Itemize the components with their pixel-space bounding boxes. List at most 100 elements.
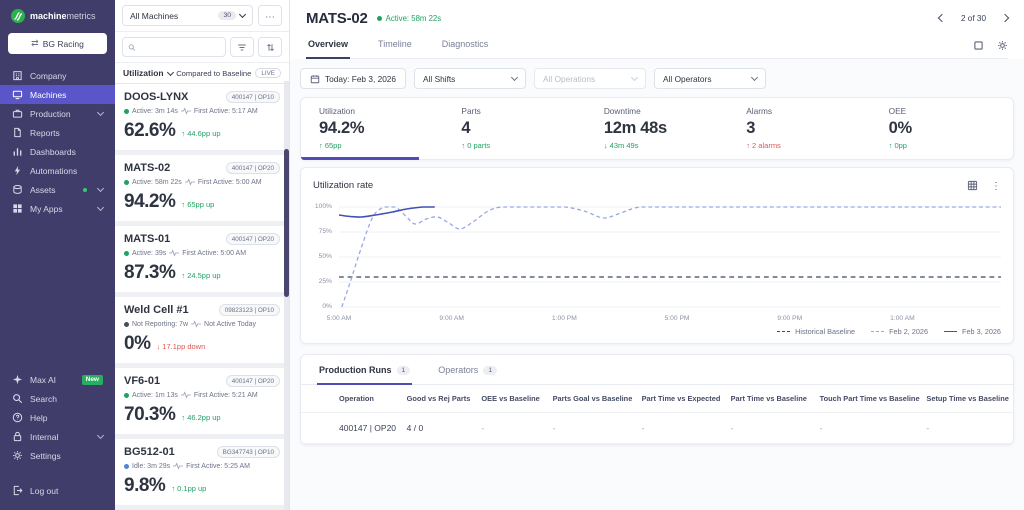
operation-badge: BG347743 | OP10	[217, 446, 280, 458]
sidebar-item-assets[interactable]: Assets	[0, 180, 115, 199]
ellipsis-icon	[265, 8, 275, 23]
machine-card-vf6-01[interactable]: VF6-01400147 | OP20 Active: 1m 13sFirst …	[115, 368, 289, 434]
sidebar-item-production[interactable]: Production	[0, 104, 115, 123]
live-badge: LIVE	[255, 68, 281, 78]
my-apps-icon	[12, 203, 23, 214]
compare-baseline-label: Compared to BaselineLIVE	[176, 68, 281, 78]
operation-badge: 400147 | OP20	[226, 375, 280, 387]
col-part-time-expected: Part Time vs Expected	[636, 385, 725, 413]
chart-plot-area: 5:00 AM9:00 AM1:00 PM5:00 PM9:00 PM1:00 …	[339, 203, 1001, 324]
next-machine-button[interactable]	[1001, 13, 1009, 21]
machine-card-doos-lynx[interactable]: DOOS-LYNX400147 | OP10 Active: 3m 14sFir…	[115, 84, 289, 150]
chevron-down-icon	[631, 74, 638, 81]
page-title: MATS-02	[306, 10, 368, 27]
table-row[interactable]: 400147 | OP20 4 / 0 - - - - - -	[301, 413, 1013, 444]
col-setup-time: Setup Time vs Baseline	[920, 385, 1013, 413]
machine-count-badge: 30	[218, 11, 236, 20]
sidebar: machinemetrics BG Racing Company Machine…	[0, 0, 115, 510]
org-switcher-button[interactable]: BG Racing	[8, 33, 107, 54]
sidebar-footer: Max AI New Search Help Internal Settings…	[0, 370, 115, 510]
help-icon	[12, 412, 23, 423]
machine-list-more-button[interactable]	[258, 5, 282, 26]
filter-button[interactable]	[230, 37, 254, 57]
legend-feb-2: Feb 2, 2026	[871, 327, 928, 336]
shifts-dropdown[interactable]: All Shifts	[414, 68, 526, 89]
machine-group-selector[interactable]: All Machines 30	[122, 5, 253, 26]
lock-icon	[12, 431, 23, 442]
prev-machine-button[interactable]	[938, 13, 946, 21]
assets-icon	[12, 184, 23, 195]
machine-pager: 2 of 30	[939, 14, 1008, 23]
operation-badge: 400147 | OP20	[226, 162, 280, 174]
operators-dropdown[interactable]: All Operators	[654, 68, 766, 89]
expand-view-button[interactable]	[974, 41, 983, 50]
machine-list: DOOS-LYNX400147 | OP10 Active: 3m 14sFir…	[115, 84, 289, 510]
brand-logo: machinemetrics	[0, 0, 115, 31]
chevron-down-icon	[97, 204, 104, 211]
sidebar-item-company[interactable]: Company	[0, 66, 115, 85]
machine-card-mats-01[interactable]: MATS-01400147 | OP20 Active: 39sFirst Ac…	[115, 226, 289, 292]
tab-diagnostics[interactable]: Diagnostics	[440, 37, 491, 59]
date-picker-button[interactable]: Today: Feb 3, 2026	[300, 68, 406, 89]
production-runs-card: Production Runs1 Operators1 Operation Go…	[300, 354, 1014, 445]
new-badge: New	[82, 375, 103, 385]
chart-title: Utilization rate	[313, 180, 373, 191]
main-content: MATS-02 Active: 58m 22s 2 of 30 Overview…	[290, 0, 1024, 510]
status-dot	[124, 322, 129, 327]
settings-button[interactable]	[997, 40, 1008, 51]
tab-operators[interactable]: Operators1	[436, 355, 499, 385]
pulse-icon	[173, 462, 183, 470]
chevron-down-icon	[167, 68, 174, 75]
sidebar-item-logout[interactable]: Log out	[0, 481, 115, 500]
table-icon	[967, 180, 978, 191]
sidebar-item-help[interactable]: Help	[0, 408, 115, 427]
kpi-alarms[interactable]: Alarms 3 ↑ 2 alarms	[728, 98, 870, 159]
solid-line-swatch	[944, 331, 957, 332]
col-part-time-baseline: Part Time vs Baseline	[725, 385, 814, 413]
operation-badge: 400147 | OP20	[226, 233, 280, 245]
sidebar-item-my-apps[interactable]: My Apps	[0, 199, 115, 218]
search-icon	[12, 393, 23, 404]
dashed-dark-line-swatch	[777, 331, 790, 332]
dashboards-icon	[12, 146, 23, 157]
kpi-summary-card: Utilization 94.2% ↑ 65pp Parts 4 ↑ 0 par…	[300, 97, 1014, 160]
machine-card-bg512-01[interactable]: BG512-01BG347743 | OP10 Idle: 3m 29sFirs…	[115, 439, 289, 505]
pager-label: 2 of 30	[961, 14, 986, 23]
sort-icon	[266, 43, 275, 52]
sidebar-item-machines[interactable]: Machines	[0, 85, 115, 104]
count-badge: 1	[397, 366, 411, 375]
machine-search-input[interactable]	[140, 43, 220, 52]
machines-icon	[12, 89, 23, 100]
tab-production-runs[interactable]: Production Runs1	[317, 355, 412, 385]
tab-timeline[interactable]: Timeline	[376, 37, 414, 59]
sidebar-item-automations[interactable]: Automations	[0, 161, 115, 180]
sidebar-item-internal[interactable]: Internal	[0, 427, 115, 446]
filter-icon	[237, 43, 247, 52]
machine-list-scrollbar[interactable]	[284, 81, 289, 510]
metric-selector[interactable]: Utilization	[123, 68, 173, 78]
sort-button[interactable]	[258, 37, 282, 57]
sidebar-item-search[interactable]: Search	[0, 389, 115, 408]
sidebar-item-settings[interactable]: Settings	[0, 446, 115, 465]
pulse-icon	[169, 249, 179, 257]
kpi-utilization[interactable]: Utilization 94.2% ↑ 65pp	[301, 98, 443, 159]
scrollbar-thumb[interactable]	[284, 149, 289, 297]
chart-x-axis: 5:00 AM9:00 AM1:00 PM5:00 PM9:00 PM1:00 …	[339, 312, 1001, 324]
chevron-down-icon	[751, 74, 758, 81]
machinemetrics-logo-icon	[11, 9, 25, 23]
machine-card-mats-02[interactable]: MATS-02400147 | OP20 Active: 58m 22sFirs…	[115, 155, 289, 221]
search-icon	[128, 43, 136, 52]
machine-list-panel: All Machines 30 Utilization Compared to …	[115, 0, 290, 510]
tab-overview[interactable]: Overview	[306, 37, 350, 59]
brand-name: machinemetrics	[30, 11, 96, 21]
sidebar-item-max-ai[interactable]: Max AI New	[0, 370, 115, 389]
kpi-oee[interactable]: OEE 0% ↑ 0pp	[871, 98, 1013, 159]
table-view-button[interactable]	[967, 180, 978, 191]
machine-card-weld-cell-1[interactable]: Weld Cell #109823123 | OP10 Not Reportin…	[115, 297, 289, 363]
chevron-down-icon	[511, 74, 518, 81]
kpi-parts[interactable]: Parts 4 ↑ 0 parts	[443, 98, 585, 159]
kpi-downtime[interactable]: Downtime 12m 48s ↓ 43m 49s	[586, 98, 728, 159]
chart-menu-button[interactable]	[991, 176, 1001, 194]
sidebar-item-dashboards[interactable]: Dashboards	[0, 142, 115, 161]
sidebar-item-reports[interactable]: Reports	[0, 123, 115, 142]
